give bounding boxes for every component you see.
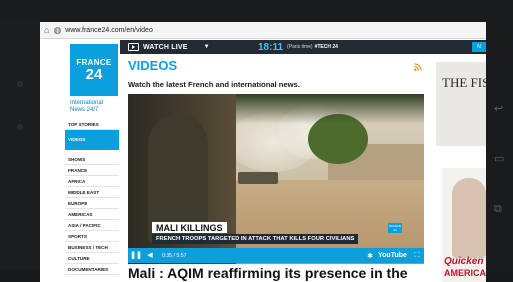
sidebar-nav: TOP STORIES VIDEOS SHOWS FRANCE AFRICA M… <box>65 119 119 275</box>
ad-tagline-text: AMERICA <box>444 268 486 278</box>
sidebar-item-americas[interactable]: AMERICAS <box>65 209 119 220</box>
sidebar-item-culture[interactable]: CULTURE <box>65 253 119 264</box>
youtube-logo[interactable]: YouTube <box>378 252 410 259</box>
sidebar-item-videos[interactable]: VIDEOS <box>65 130 119 150</box>
tablet-bezel-left <box>0 0 40 282</box>
recent-apps-icon[interactable]: ⧉ <box>494 204 502 215</box>
video-controls-bar: ❚❚ ◀ 0:35 / 5:57 ✱ YouTube ⛶ <box>128 248 424 263</box>
camera-icon <box>17 81 23 87</box>
home-icon[interactable]: ⌂ <box>44 25 49 35</box>
rss-icon[interactable] <box>414 63 422 71</box>
ad-banner-top[interactable]: THE FISH AND THE <box>436 62 486 146</box>
video-lower-third: MALI KILLINGS FRENCH TROOPS TARGETED IN … <box>152 222 402 246</box>
pause-icon[interactable]: ❚❚ <box>128 248 144 263</box>
sidebar-item-shows[interactable]: SHOWS <box>65 154 119 165</box>
caption-title: MALI KILLINGS <box>152 222 227 233</box>
sidebar-item-documentaries[interactable]: DOCUMENTARIES <box>65 264 119 275</box>
france24-logo[interactable]: FRANCE 24 <box>70 44 118 96</box>
caption-subtitle: FRENCH TROOPS TARGETED IN ATTACK THAT KI… <box>152 234 359 244</box>
chevron-down-icon[interactable]: ▼ <box>204 44 210 50</box>
page-title: VIDEOS <box>128 58 178 73</box>
video-headline[interactable]: Mali : AQIM reaffirming its presence in … <box>128 265 428 281</box>
live-clock: 18:11 <box>258 41 284 53</box>
video-player[interactable]: MALI KILLINGS FRENCH TROOPS TARGETED IN … <box>128 94 424 264</box>
sensor-icon <box>17 124 23 130</box>
home-button-icon[interactable]: ▭ <box>494 154 504 165</box>
ad-brand-text: Quicken <box>444 256 484 267</box>
tablet-bezel-top <box>0 0 513 22</box>
ad-banner-bottom[interactable]: Quicken AMERICA <box>442 168 486 282</box>
sidebar-item-africa[interactable]: AFRICA <box>65 176 119 187</box>
globe-icon: ◍ <box>53 24 62 35</box>
sidebar-item-asia-pacific[interactable]: ASIA / PACIFIC <box>65 220 119 231</box>
now-showing-hashtag[interactable]: #TECH 24 <box>315 44 338 50</box>
watch-live-button[interactable]: WATCH LIVE ▼ <box>120 43 246 51</box>
sidebar-item-business-tech[interactable]: BUSINESS / TECH <box>65 242 119 253</box>
browser-address-bar[interactable]: ⌂ ◍ www.france24.com/en/video <box>40 22 486 39</box>
tablet-screen: ⌂ ◍ www.france24.com/en/video WATCH LIVE… <box>40 22 486 282</box>
sidebar-item-europe[interactable]: EUROPE <box>65 198 119 209</box>
logo-line-2: 24 <box>85 66 103 83</box>
topbar-menu-button[interactable]: N <box>472 42 486 52</box>
volume-icon[interactable]: ◀ <box>144 248 156 263</box>
watch-live-label: WATCH LIVE <box>143 43 188 51</box>
site-tagline: International News 24/7 <box>70 100 104 113</box>
site-top-bar: WATCH LIVE ▼ 18:11 (Paris time) #TECH 24… <box>120 40 486 54</box>
sidebar-item-france[interactable]: FRANCE <box>65 165 119 176</box>
video-frame-vehicle <box>238 172 278 184</box>
back-icon[interactable]: ↩ <box>494 104 503 115</box>
channel-badge: FRANCE 24 <box>388 223 402 233</box>
sidebar-item-top-stories[interactable]: TOP STORIES <box>65 119 119 130</box>
url-text[interactable]: www.france24.com/en/video <box>65 27 153 34</box>
sidebar-item-middle-east[interactable]: MIDDLE EAST <box>65 187 119 198</box>
ad-banner-text: THE FISH AND THE <box>442 75 486 90</box>
fullscreen-icon[interactable]: ⛶ <box>410 252 424 260</box>
settings-gear-icon[interactable]: ✱ <box>364 252 376 260</box>
time-zone-label: (Paris time) <box>287 44 313 50</box>
sidebar-item-sports[interactable]: SPORTS <box>65 231 119 242</box>
tablet-bezel-right <box>486 0 513 282</box>
page-subtitle: Watch the latest French and internationa… <box>128 80 300 89</box>
ad-person-image <box>452 178 486 258</box>
tv-play-icon <box>128 43 139 51</box>
video-time: 0:35 / 5:57 <box>162 252 187 259</box>
